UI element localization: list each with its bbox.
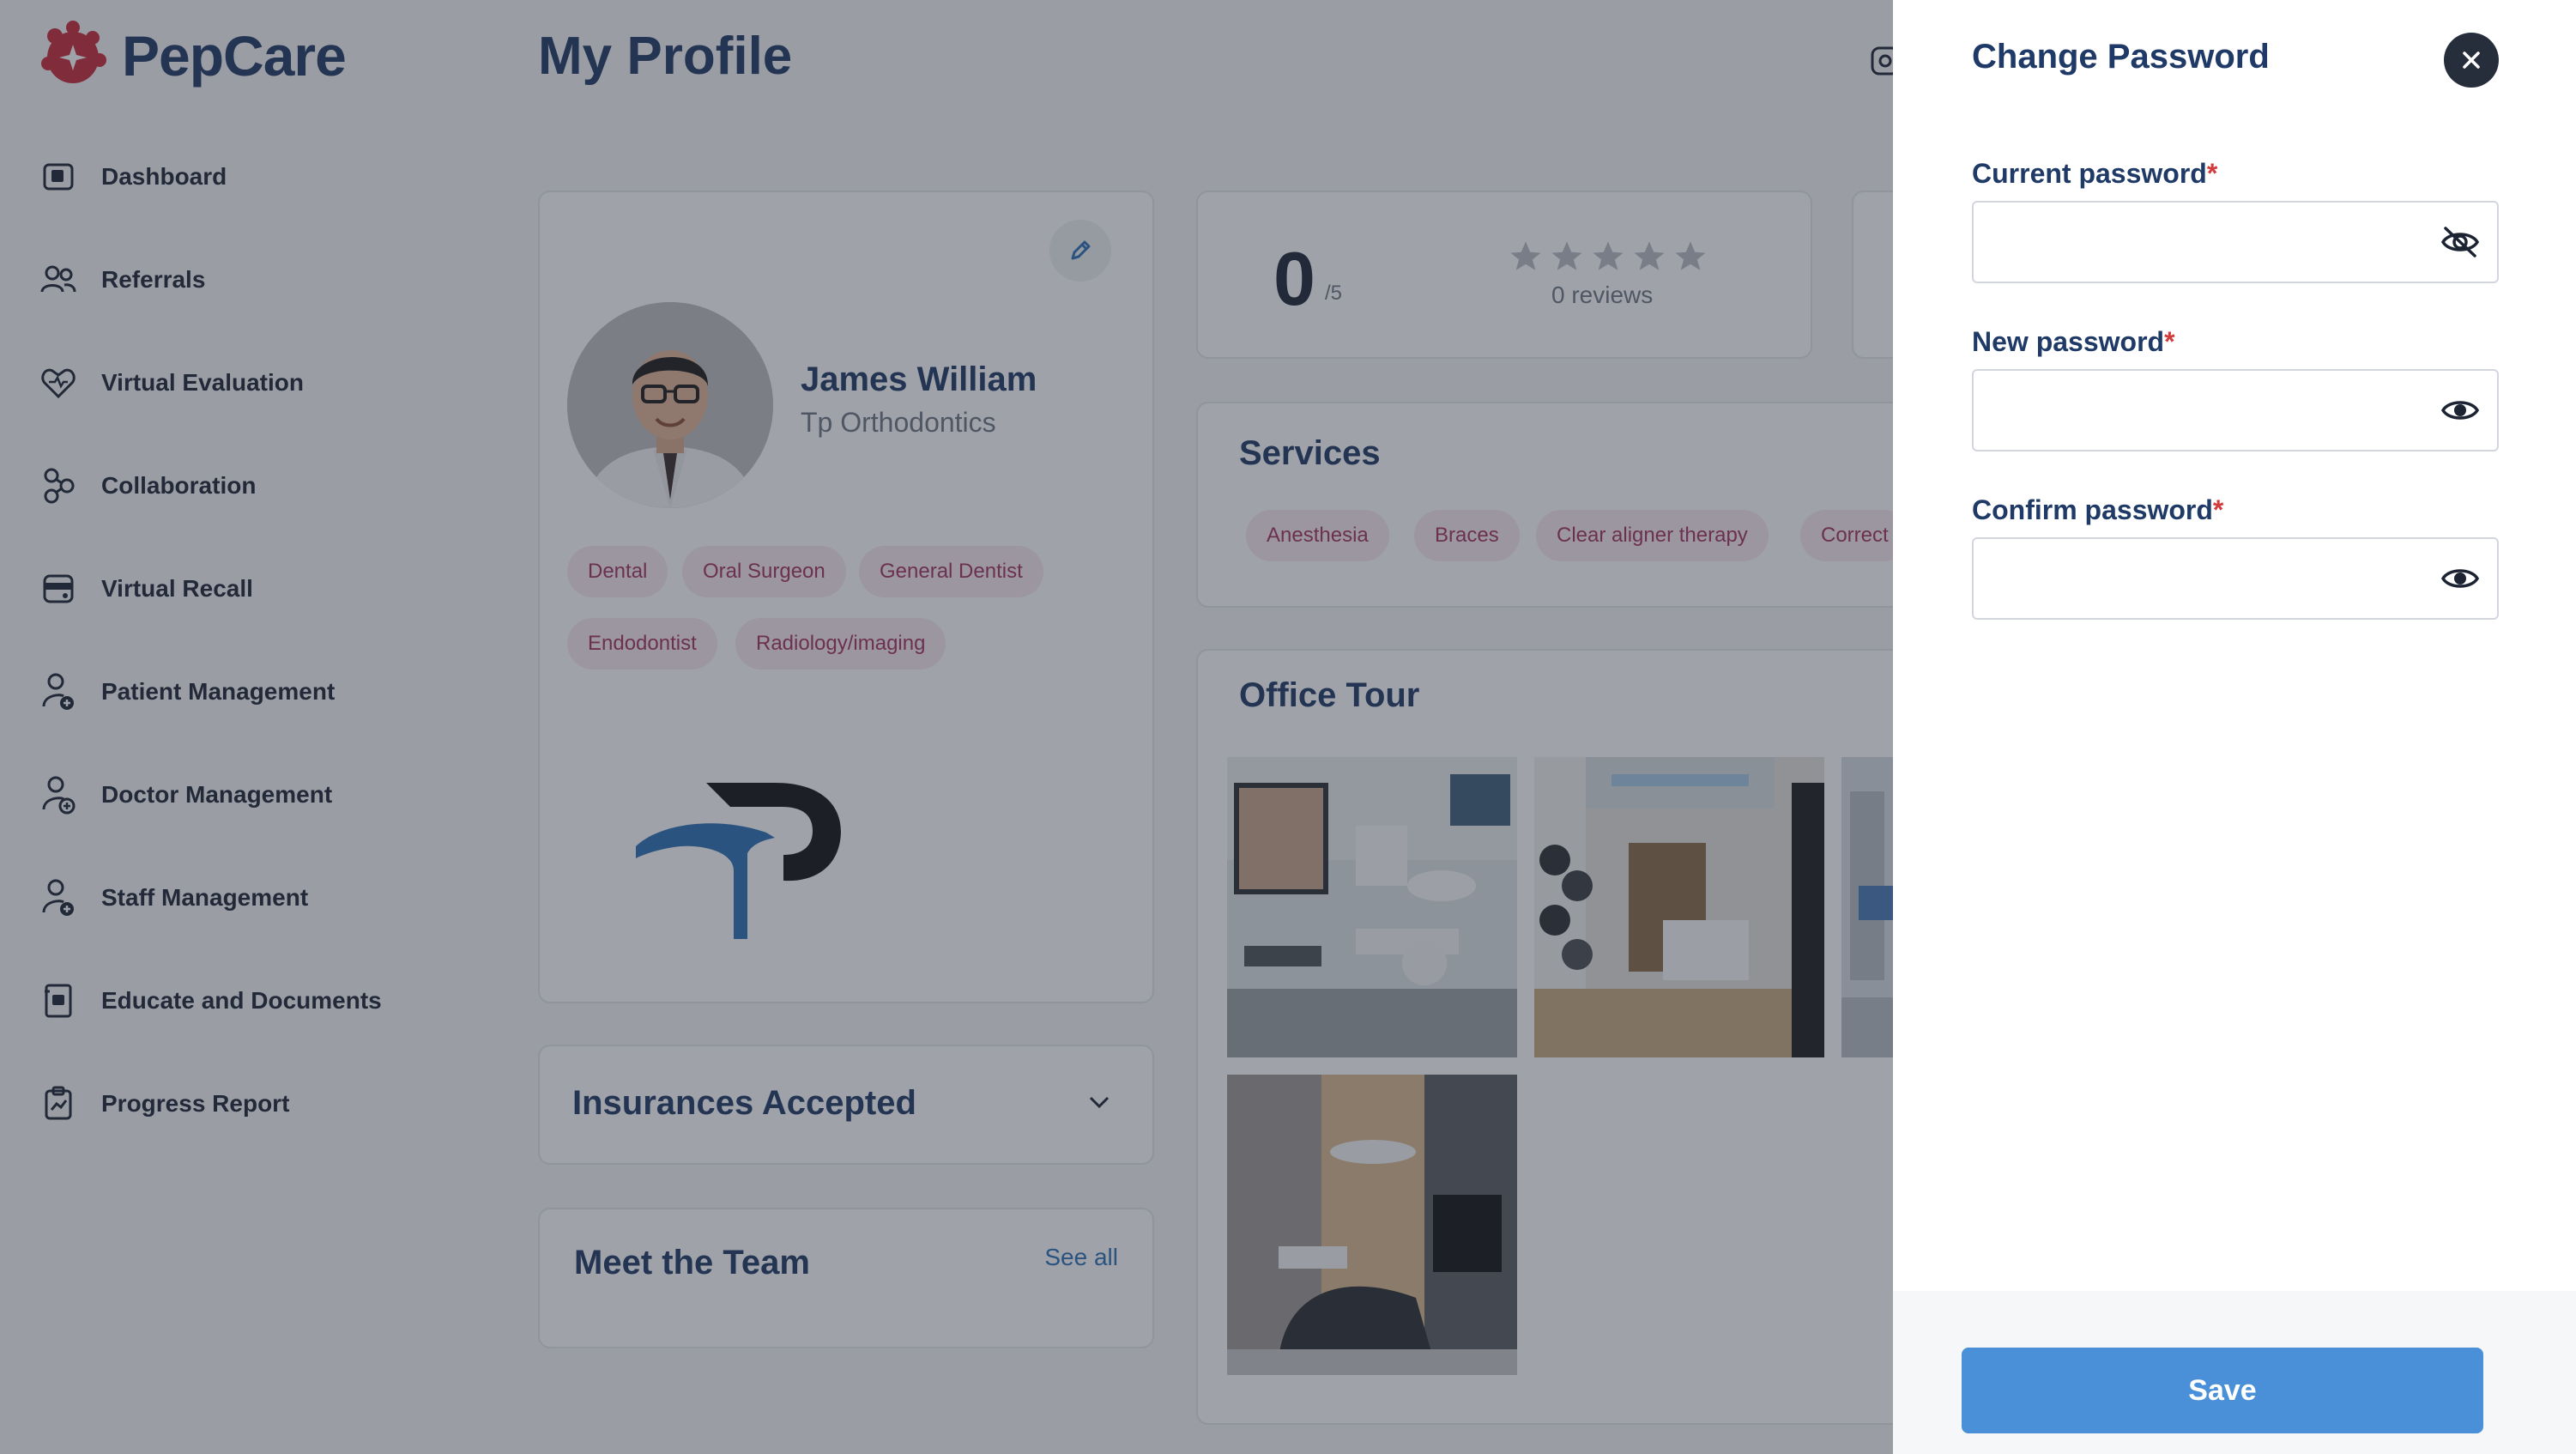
required-mark: * [2164,326,2175,357]
current-password-input[interactable] [1974,203,2420,282]
confirm-password-label: Confirm password* [1972,494,2223,526]
current-password-field[interactable] [1972,201,2499,283]
new-password-input[interactable] [1974,371,2420,450]
save-button[interactable]: Save [1962,1348,2483,1433]
eye-icon[interactable] [2440,561,2480,596]
confirm-password-field[interactable] [1972,537,2499,620]
new-password-label: New password* [1972,326,2175,358]
confirm-password-label-text: Confirm password [1972,494,2213,525]
close-button[interactable] [2444,33,2499,88]
close-icon [2463,51,2480,69]
modal-backdrop[interactable] [0,0,1893,1454]
required-mark: * [2212,494,2224,525]
drawer-footer: Save [1893,1291,2576,1454]
new-password-label-text: New password [1972,326,2165,357]
confirm-password-input[interactable] [1974,539,2420,618]
change-password-drawer: Change Password Current password* New pa… [1893,0,2576,1454]
required-mark: * [2206,158,2218,189]
drawer-title: Change Password [1972,38,2270,76]
new-password-field[interactable] [1972,369,2499,451]
eye-off-icon[interactable] [2440,225,2480,259]
current-password-label: Current password* [1972,158,2217,190]
eye-icon[interactable] [2440,393,2480,427]
current-password-label-text: Current password [1972,158,2207,189]
